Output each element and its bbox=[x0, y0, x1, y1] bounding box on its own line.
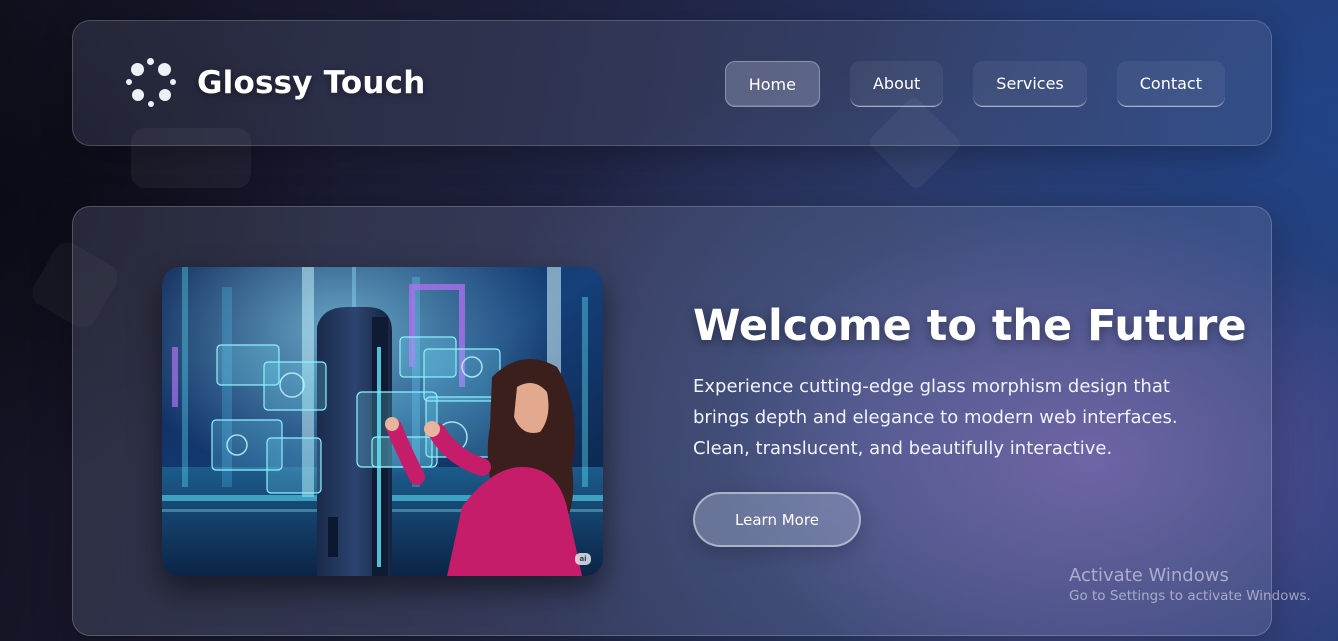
nav-services[interactable]: Services bbox=[973, 61, 1087, 107]
nav-about[interactable]: About bbox=[849, 61, 944, 107]
dots-circle-icon bbox=[125, 57, 177, 109]
site-header: Glossy Touch Home About Services Contact bbox=[72, 20, 1272, 146]
windows-activation-watermark: Activate Windows Go to Settings to activ… bbox=[1069, 565, 1311, 604]
nav-home[interactable]: Home bbox=[724, 61, 820, 107]
nav-contact[interactable]: Contact bbox=[1116, 61, 1225, 107]
brand-name: Glossy Touch bbox=[197, 65, 426, 101]
main-nav: Home About Services Contact bbox=[724, 61, 1225, 107]
hero-title: Welcome to the Future bbox=[693, 301, 1247, 351]
learn-more-button[interactable]: Learn More bbox=[693, 492, 861, 547]
logo[interactable]: Glossy Touch bbox=[125, 57, 426, 109]
hero-image: ai bbox=[162, 267, 603, 576]
ai-badge: ai bbox=[575, 553, 591, 565]
watermark-subtitle: Go to Settings to activate Windows. bbox=[1069, 588, 1311, 604]
hero-description: Experience cutting-edge glass morphism d… bbox=[693, 376, 1178, 459]
watermark-title: Activate Windows bbox=[1069, 565, 1229, 586]
